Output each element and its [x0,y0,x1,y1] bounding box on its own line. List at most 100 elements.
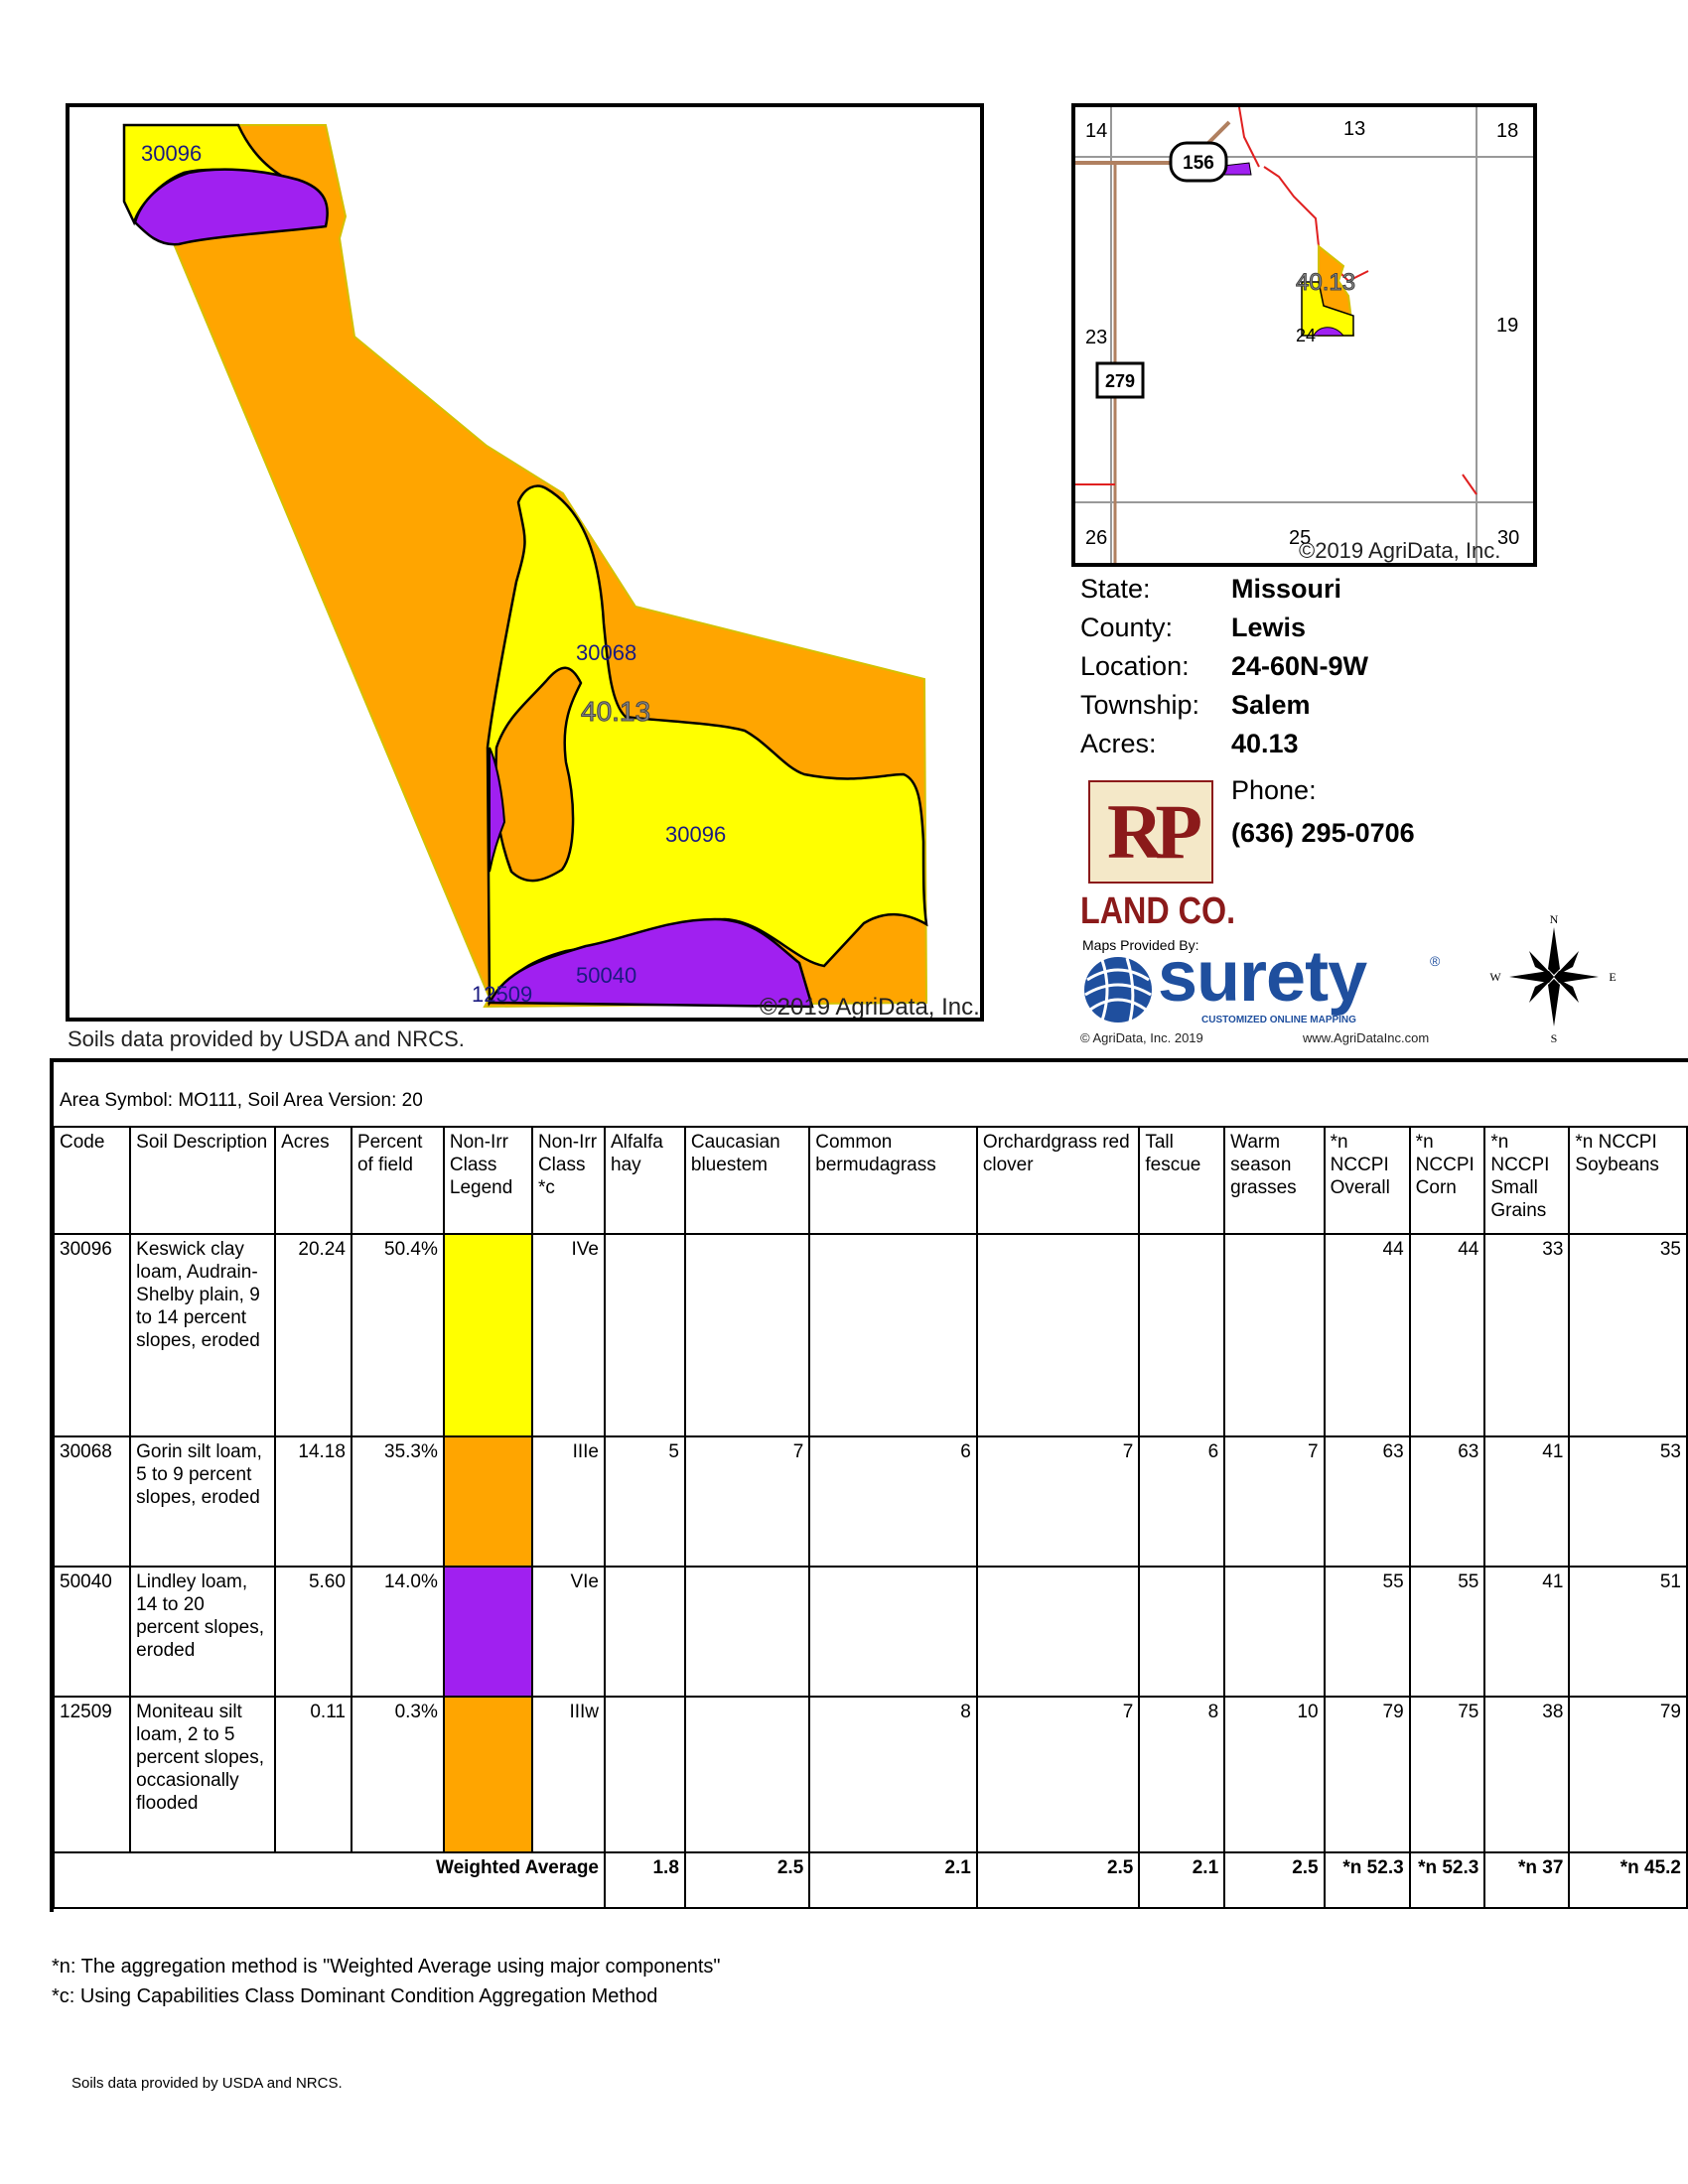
rp-logo-mark: RP [1107,788,1202,875]
cell-nccpi: 79 [1323,1696,1411,1853]
cell-soybeans: 35 [1568,1233,1688,1437]
footnote-c: *c: Using Capabilities Class Dominant Co… [52,1985,658,2007]
cell-corn: 55 [1408,1566,1486,1698]
table-row: 30096 Keswick clay loam, Audrain-Shelby … [52,1233,1688,1437]
wa-warm: 2.5 [1223,1851,1326,1909]
acres-info-label: Acres: [1080,729,1157,758]
cell-code: 50040 [52,1566,132,1698]
compass-rose-icon: N S E W [1479,909,1628,1048]
area-symbol: Area Symbol: MO111, Soil Area Version: 2… [60,1090,423,1111]
cell-warm: 10 [1223,1696,1326,1853]
wa-nccpi: *n 52.3 [1323,1851,1411,1909]
cell-fescue: 8 [1138,1696,1226,1853]
cell-alfalfa [604,1566,686,1698]
rp-logo: RP [1088,780,1213,884]
cell-legend-swatch [442,1233,533,1437]
wa-fescue: 2.1 [1138,1851,1226,1909]
soil-label-30068: 30068 [576,640,636,665]
cell-acres: 20.24 [274,1233,352,1437]
township-label: Township: [1080,690,1200,720]
state-value: Missouri [1231,574,1342,604]
cell-acres: 0.11 [274,1696,352,1853]
section-23: 23 [1085,327,1107,348]
table-row: 50040 Lindley loam, 14 to 20 percent slo… [52,1566,1688,1698]
cell-percent: 35.3% [350,1435,445,1568]
col-header-code: Code [52,1126,132,1235]
cell-percent: 50.4% [350,1233,445,1437]
cell-warm [1223,1233,1326,1437]
route-279-label: 279 [1105,371,1135,391]
locator-copyright: ©2019 AgriData, Inc. [1299,538,1500,563]
locator-map: 156 279 14 13 18 23 24 19 26 25 30 40.13… [1071,103,1537,567]
compass-north: N [1550,912,1559,926]
wa-orchard: 2.5 [975,1851,1141,1909]
section-13: 13 [1343,118,1365,140]
col-header-caucasian: Caucasian bluestem [683,1126,811,1235]
cell-orchard [975,1233,1141,1437]
col-header-alfalfa: Alfalfa hay [604,1126,686,1235]
soils-credit: Soils data provided by USDA and NRCS. [68,1026,465,1051]
globe-icon [1082,955,1154,1024]
cell-warm: 7 [1223,1435,1326,1568]
cell-class: IIIw [530,1696,607,1853]
section-24: 24 [1296,326,1316,345]
locator-acres-label: 40.13 [1296,269,1355,296]
cell-bermuda [808,1233,978,1437]
cell-small-grains: 38 [1483,1696,1571,1853]
section-26: 26 [1085,527,1107,549]
cell-code: 30068 [52,1435,132,1568]
cell-nccpi: 44 [1323,1233,1411,1437]
cell-fescue [1138,1566,1226,1698]
cell-bermuda: 6 [808,1435,978,1568]
col-header-small-grains: *n NCCPI Small Grains [1483,1126,1571,1235]
cell-alfalfa [604,1696,686,1853]
county-value: Lewis [1231,613,1307,642]
state-label: State: [1080,574,1151,604]
col-header-percent: Percent of field [350,1126,445,1235]
cell-class: IVe [530,1233,607,1437]
col-header-warm: Warm season grasses [1223,1126,1326,1235]
phone-label: Phone: [1231,775,1317,805]
cell-fescue [1138,1233,1226,1437]
col-header-fescue: Tall fescue [1138,1126,1226,1235]
section-18: 18 [1496,120,1518,142]
county-label: County: [1080,613,1174,642]
cell-warm [1223,1566,1326,1698]
cell-legend-swatch [442,1566,533,1698]
cell-description: Keswick clay loam, Audrain-Shelby plain,… [129,1233,277,1437]
cell-acres: 14.18 [274,1435,352,1568]
cell-code: 30096 [52,1233,132,1437]
cell-percent: 0.3% [350,1696,445,1853]
phone-value: (636) 295-0706 [1231,818,1415,848]
wa-alfalfa: 1.8 [604,1851,686,1909]
col-header-description: Soil Description [129,1126,277,1235]
cell-orchard [975,1566,1141,1698]
section-30: 30 [1497,527,1519,549]
compass-south: S [1551,1031,1558,1045]
cell-caucasian [683,1566,811,1698]
cell-code: 12509 [52,1696,132,1853]
location-value: 24-60N-9W [1231,651,1369,681]
weighted-average-label: Weighted Average [53,1851,606,1909]
wa-corn: *n 52.3 [1408,1851,1486,1909]
cell-description: Lindley loam, 14 to 20 percent slopes, e… [129,1566,277,1698]
soil-label-north: 30096 [141,141,202,166]
cell-percent: 14.0% [350,1566,445,1698]
cell-acres: 5.60 [274,1566,352,1698]
footnote-n: *n: The aggregation method is "Weighted … [52,1956,721,1978]
cell-fescue: 6 [1138,1435,1226,1568]
surety-tagline: CUSTOMIZED ONLINE MAPPING [1201,1015,1356,1025]
section-14: 14 [1085,120,1107,142]
cell-small-grains: 41 [1483,1435,1571,1568]
table-row: 30068 Gorin silt loam, 5 to 9 percent sl… [52,1435,1688,1568]
table-row: 12509 Moniteau silt loam, 2 to 5 percent… [52,1696,1688,1853]
cell-caucasian: 7 [683,1435,811,1568]
bottom-credit: Soils data provided by USDA and NRCS. [71,2075,343,2092]
cell-small-grains: 41 [1483,1566,1571,1698]
locator-map-drawing: 156 279 14 13 18 23 24 19 26 25 30 40.13… [1075,106,1533,563]
weighted-average-row: Weighted Average 1.8 2.5 2.1 2.5 2.1 2.5… [53,1851,1688,1909]
cell-class: VIe [530,1566,607,1698]
cell-legend-swatch [442,1435,533,1568]
wa-caucasian: 2.5 [683,1851,811,1909]
cell-description: Gorin silt loam, 5 to 9 percent slopes, … [129,1435,277,1568]
